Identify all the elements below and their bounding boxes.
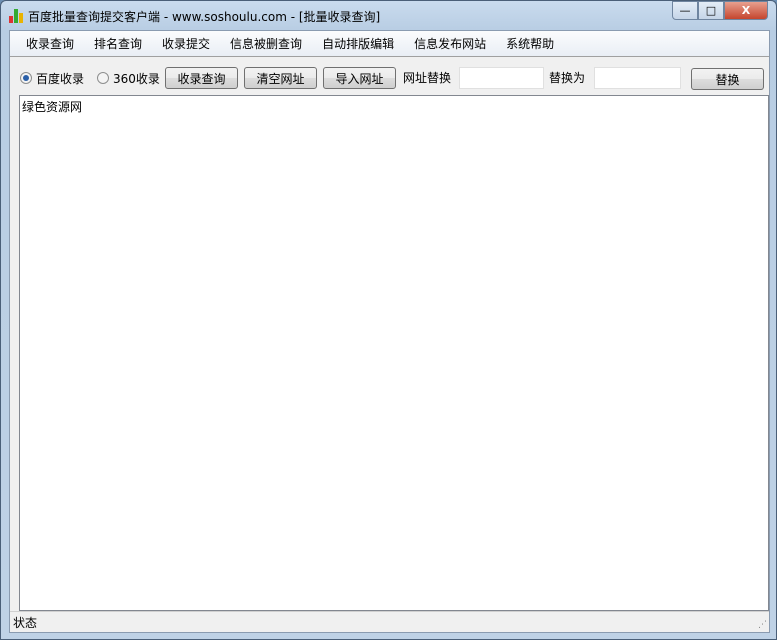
title-bar: 百度批量查询提交客户端 - www.soshoulu.com - [批量收录查询…: [9, 6, 380, 26]
url-replace-label: 网址替换: [403, 71, 452, 85]
menu-item-publish-sites[interactable]: 信息发布网站: [404, 35, 496, 52]
client-area: 收录查询 排名查询 收录提交 信息被删查询 自动排版编辑 信息发布网站 系统帮助…: [9, 30, 770, 633]
menu-item-auto-format[interactable]: 自动排版编辑: [312, 35, 404, 52]
menu-item-help[interactable]: 系统帮助: [496, 35, 564, 52]
query-button[interactable]: 收录查询: [165, 67, 238, 89]
import-urls-button[interactable]: 导入网址: [323, 67, 396, 89]
radio-baidu[interactable]: 百度收录: [20, 70, 84, 87]
menu-item-rank-query[interactable]: 排名查询: [84, 35, 152, 52]
clear-urls-button[interactable]: 清空网址: [244, 67, 317, 89]
app-logo-icon: [9, 9, 23, 23]
radio-360[interactable]: 360收录: [97, 70, 160, 87]
status-text: 状态: [13, 616, 38, 630]
window-title: 百度批量查询提交客户端 - www.soshoulu.com - [批量收录查询…: [28, 9, 381, 24]
status-bar: 状态 ⋰: [10, 611, 769, 632]
replace-button[interactable]: 替换: [691, 68, 764, 90]
radio-unchecked-icon: [97, 72, 109, 84]
replace-with-label: 替换为: [549, 71, 586, 85]
maximize-button[interactable]: □: [698, 1, 724, 20]
radio-baidu-label: 百度收录: [36, 71, 85, 86]
menu-item-index-submit[interactable]: 收录提交: [152, 35, 220, 52]
toolbar: 百度收录 360收录 收录查询 清空网址 导入网址 网址替换 替换为 替换: [10, 65, 769, 91]
menu-bar: 收录查询 排名查询 收录提交 信息被删查询 自动排版编辑 信息发布网站 系统帮助: [10, 31, 769, 57]
url-replace-input[interactable]: [459, 67, 544, 89]
menu-item-deleted-query[interactable]: 信息被删查询: [220, 35, 312, 52]
close-button[interactable]: X: [724, 1, 768, 20]
menu-item-index-query[interactable]: 收录查询: [16, 35, 84, 52]
radio-360-label: 360收录: [113, 71, 160, 86]
replace-with-input[interactable]: [594, 67, 681, 89]
radio-checked-icon: [20, 72, 32, 84]
app-window: 百度批量查询提交客户端 - www.soshoulu.com - [批量收录查询…: [0, 0, 777, 640]
url-textarea[interactable]: 绿色资源网: [19, 95, 769, 611]
resize-grip-icon[interactable]: ⋰: [758, 620, 767, 630]
minimize-button[interactable]: —: [672, 1, 698, 20]
